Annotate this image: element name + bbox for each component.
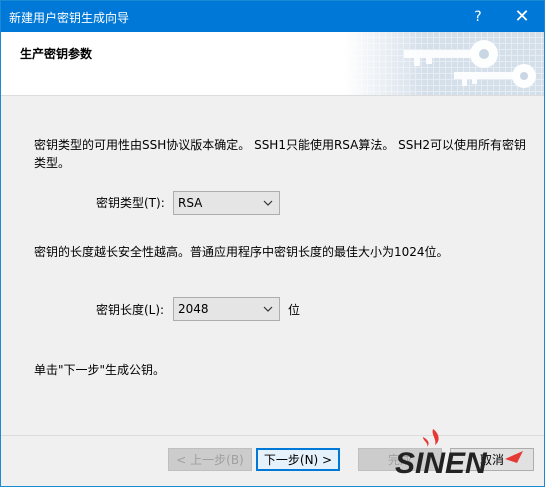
window-title: 新建用户密钥生成向导 xyxy=(9,11,130,25)
key-type-select[interactable]: RSA xyxy=(173,191,280,215)
page-title: 生产密钥参数 xyxy=(20,47,93,61)
key-length-unit: 位 xyxy=(288,303,301,317)
key-length-description: 密钥的长度越长安全性越高。普通应用程序中密钥长度的最佳大小为1024位。 xyxy=(34,245,449,259)
key-type-value: RSA xyxy=(178,196,203,210)
key-length-label: 密钥长度(L): xyxy=(96,303,165,317)
close-button[interactable]: ✕ xyxy=(500,1,544,32)
wizard-header: 生产密钥参数 xyxy=(1,32,544,96)
chevron-down-icon xyxy=(263,306,273,312)
wizard-content: 密钥类型的可用性由SSH协议版本确定。 SSH1只能使用RSA算法。 SSH2可… xyxy=(1,97,544,435)
back-button[interactable]: < 上一步(B) xyxy=(168,448,252,471)
key-length-value: 2048 xyxy=(178,302,209,316)
key-type-description: 密钥类型的可用性由SSH协议版本确定。 SSH1只能使用RSA算法。 SSH2可… xyxy=(34,138,527,170)
title-bar[interactable]: 新建用户密钥生成向导 ? ✕ xyxy=(1,1,544,32)
chevron-down-icon xyxy=(263,200,273,206)
key-type-label: 密钥类型(T): xyxy=(96,196,165,210)
next-step-hint: 单击"下一步"生成公钥。 xyxy=(34,363,166,377)
help-button[interactable]: ? xyxy=(456,1,500,32)
keys-banner-icon xyxy=(344,32,544,95)
watermark-text: SINEN xyxy=(395,447,488,480)
key-length-select[interactable]: 2048 xyxy=(173,297,280,321)
sinen-watermark-logo: SINEN xyxy=(395,429,523,480)
wizard-window: 新建用户密钥生成向导 ? ✕ 生产密钥参数 密钥类型的可用性由SSH协议版本确定… xyxy=(0,0,545,487)
next-button[interactable]: 下一步(N) > xyxy=(256,448,340,471)
